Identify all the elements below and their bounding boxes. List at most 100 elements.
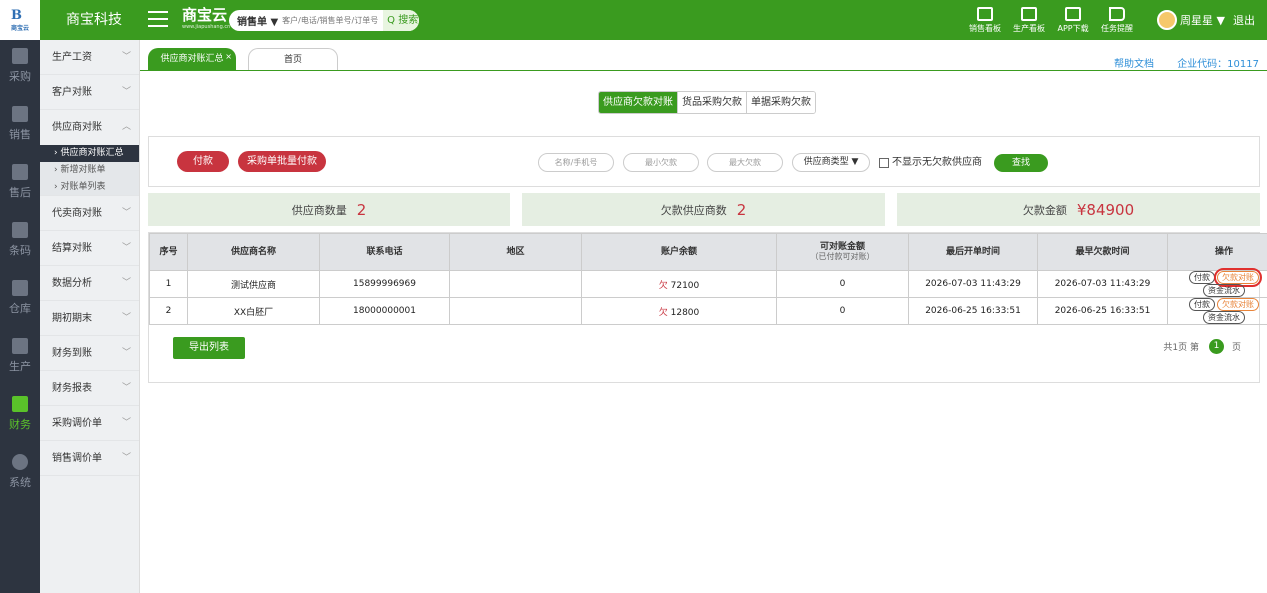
tab-bill-purchase-owe[interactable]: 单据采购欠款 bbox=[747, 92, 815, 113]
module-warehouse[interactable]: 仓库 bbox=[0, 272, 40, 330]
calculator-icon bbox=[12, 396, 28, 412]
max-owe-input[interactable]: 最大欠款 bbox=[707, 153, 783, 172]
tab-home[interactable]: 首页 bbox=[248, 48, 338, 70]
submenu-new-statement[interactable]: › 新增对账单 bbox=[40, 162, 139, 179]
tool-app-download[interactable]: APP下载 bbox=[1051, 6, 1095, 34]
logout-link[interactable]: 退出 bbox=[1233, 12, 1255, 28]
app-logo[interactable]: B 商宝云 bbox=[0, 0, 40, 40]
table-row: 1 测试供应商 15899996969 欠 72100 0 2026-07-03… bbox=[149, 268, 1267, 298]
cell-no: 2 bbox=[149, 297, 188, 325]
search-input[interactable] bbox=[282, 11, 384, 30]
submenu-purchase-price-adjust[interactable]: 采购调价单 ﹀ bbox=[40, 406, 139, 441]
chevron-down-icon: ﹀ bbox=[121, 348, 131, 358]
filter-panel: 付款 采购单批量付款 名称/手机号 最小欠款 最大欠款 供应商类型 ▼ 不显示无… bbox=[148, 136, 1260, 187]
top-bar: B商宝云 商宝科技 商宝云www.jiapushang.cn 销售单 ▼ Q 搜… bbox=[0, 0, 1267, 40]
col-no: 序号 bbox=[149, 233, 188, 271]
user-name: 周星星 ▼ bbox=[1180, 14, 1225, 27]
cell-reconcilable: 0 bbox=[776, 297, 909, 325]
cell-earliest-owe: 2026-06-25 16:33:51 bbox=[1037, 297, 1168, 325]
cell-last-order: 2026-07-03 11:43:29 bbox=[908, 270, 1038, 298]
row-pay-button[interactable]: 付款 bbox=[1189, 298, 1215, 311]
module-barcode[interactable]: 条码 bbox=[0, 214, 40, 272]
summary-owing-amount: 欠款金额 ¥84900 bbox=[897, 193, 1260, 226]
cell-earliest-owe: 2026-07-03 11:43:29 bbox=[1037, 270, 1168, 298]
module-aftersale[interactable]: 售后 bbox=[0, 156, 40, 214]
submenu-data-analysis[interactable]: 数据分析 ﹀ bbox=[40, 266, 139, 301]
col-ops: 操作 bbox=[1167, 233, 1267, 271]
gear-icon bbox=[12, 454, 28, 470]
submenu-consignee-reconcile[interactable]: 代卖商对账 ﹀ bbox=[40, 196, 139, 231]
module-sales[interactable]: 销售 bbox=[0, 98, 40, 156]
tool-task-reminder[interactable]: 任务提醒 bbox=[1095, 6, 1139, 34]
col-region: 地区 bbox=[449, 233, 582, 271]
col-phone: 联系电话 bbox=[319, 233, 450, 271]
submenu-sales-price-adjust[interactable]: 销售调价单 ﹀ bbox=[40, 441, 139, 476]
tab-supplier-owe-reconcile[interactable]: 供应商欠款对账 bbox=[599, 92, 678, 113]
search-button[interactable]: Q 搜索 bbox=[383, 10, 419, 31]
flag-icon bbox=[1109, 6, 1126, 21]
tool-sales-board[interactable]: 销售看板 bbox=[963, 6, 1007, 34]
production-icon bbox=[12, 338, 28, 354]
module-purchase[interactable]: 采购 bbox=[0, 40, 40, 98]
row-reconcile-button[interactable]: 欠款对账 bbox=[1214, 268, 1262, 287]
summary-owing-count: 欠款供应商数 2 bbox=[522, 193, 885, 226]
row-flow-button[interactable]: 资金流水 bbox=[1203, 311, 1245, 324]
cell-region bbox=[449, 270, 582, 298]
submenu-customer-reconcile[interactable]: 客户对账 ﹀ bbox=[40, 75, 139, 110]
export-list-button[interactable]: 导出列表 bbox=[173, 337, 245, 359]
chart-board-icon bbox=[977, 6, 994, 21]
submenu-period[interactable]: 期初期末 ﹀ bbox=[40, 301, 139, 336]
page-number[interactable]: 1 bbox=[1208, 339, 1224, 354]
pay-button[interactable]: 付款 bbox=[177, 151, 229, 172]
min-owe-input[interactable]: 最小欠款 bbox=[623, 153, 699, 172]
submenu-settlement[interactable]: 结算对账 ﹀ bbox=[40, 231, 139, 266]
row-pay-button[interactable]: 付款 bbox=[1189, 271, 1215, 284]
submenu-production-wage[interactable]: 生产工资 ﹀ bbox=[40, 40, 139, 75]
hide-zero-checkbox[interactable]: 不显示无欠款供应商 bbox=[879, 153, 982, 172]
col-earliest-owe: 最早欠款时间 bbox=[1037, 233, 1168, 271]
row-flow-button[interactable]: 资金流水 bbox=[1203, 284, 1245, 297]
logo-mark: B 商宝云 bbox=[10, 8, 29, 32]
search-type-select[interactable]: 销售单 ▼ bbox=[229, 13, 282, 28]
pager-total: 共1页 bbox=[1163, 343, 1188, 353]
top-links: 帮助文档 企业代码：10117 bbox=[1094, 55, 1259, 70]
submenu-finance-arrival[interactable]: 财务到账 ﹀ bbox=[40, 336, 139, 371]
supplier-type-select[interactable]: 供应商类型 ▼ bbox=[792, 153, 870, 172]
table-header: 序号 供应商名称 联系电话 地区 账户余额 可对账金额 （已付款可对账） 最后开单… bbox=[149, 233, 1267, 271]
module-production[interactable]: 生产 bbox=[0, 330, 40, 388]
checkbox-box bbox=[879, 157, 889, 168]
close-icon[interactable]: × bbox=[225, 46, 232, 68]
col-balance: 账户余额 bbox=[581, 233, 777, 271]
cell-no: 1 bbox=[149, 270, 188, 298]
submenu-supplier-reconcile[interactable]: 供应商对账 ︿ bbox=[40, 110, 139, 145]
help-doc-link[interactable]: 帮助文档 bbox=[1114, 59, 1154, 70]
warehouse-icon bbox=[12, 280, 28, 296]
submenu-supplier-summary[interactable]: › 供应商对账汇总 bbox=[40, 145, 139, 162]
finance-submenu: 生产工资 ﹀ 客户对账 ﹀ 供应商对账 ︿ › 供应商对账汇总 › 新增对账单 › 对… bbox=[40, 40, 140, 593]
tab-supplier-summary[interactable]: 供应商对账汇总 × bbox=[148, 48, 236, 70]
search-submit-button[interactable]: 查找 bbox=[994, 154, 1048, 172]
row-reconcile-button[interactable]: 欠款对账 bbox=[1217, 298, 1259, 311]
barcode-icon bbox=[12, 222, 28, 238]
cell-name: XX白胚厂 bbox=[187, 297, 320, 325]
supplier-table: 序号 供应商名称 联系电话 地区 账户余额 可对账金额 （已付款可对账） 最后开单… bbox=[149, 233, 1267, 325]
hamburger-menu-icon[interactable] bbox=[148, 11, 168, 27]
module-system[interactable]: 系统 bbox=[0, 446, 40, 504]
user-menu[interactable]: 周星星 ▼ bbox=[1157, 10, 1225, 30]
chevron-down-icon: ﹀ bbox=[121, 383, 131, 393]
tool-production-board[interactable]: 生产看板 bbox=[1007, 6, 1051, 34]
chevron-down-icon: ﹀ bbox=[121, 87, 131, 97]
tab-goods-purchase-owe[interactable]: 货品采购欠款 bbox=[678, 92, 747, 113]
chevron-down-icon: ﹀ bbox=[121, 313, 131, 323]
module-finance[interactable]: 财务 bbox=[0, 388, 40, 446]
aftersale-icon bbox=[12, 164, 28, 180]
batch-pay-button[interactable]: 采购单批量付款 bbox=[238, 151, 326, 172]
submenu-statement-list[interactable]: › 对账单列表 bbox=[40, 179, 139, 196]
cell-name: 测试供应商 bbox=[187, 270, 320, 298]
pager-unit: 页 bbox=[1231, 343, 1241, 353]
pager-goto: 第 bbox=[1189, 343, 1199, 353]
cart-icon bbox=[12, 48, 28, 64]
cell-region bbox=[449, 297, 582, 325]
submenu-finance-report[interactable]: 财务报表 ﹀ bbox=[40, 371, 139, 406]
name-phone-input[interactable]: 名称/手机号 bbox=[538, 153, 614, 172]
